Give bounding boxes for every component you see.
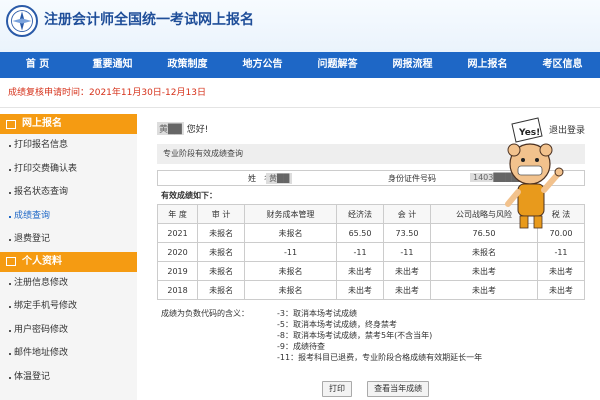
table-cell: 未出考 (383, 280, 431, 300)
table-row: 2019 未报名 未报名 未出考 未出考 未出考 未出考 (156, 261, 586, 281)
table-cell: 未报名 (244, 261, 338, 281)
mascot-speech-text: Yes! (518, 128, 540, 138)
greeting-suffix: 您好! (186, 125, 209, 135)
table-cell: 2020 (156, 242, 199, 262)
site-header: 注册会计师全国统一考试网上报名 (0, 0, 600, 52)
negative-code-legend: -3：取消本场考试成绩 -5：取消本场考试成绩，终身禁考 -8：取消本场考试成绩… (277, 308, 482, 363)
name-value: 黄██ (266, 173, 293, 184)
negative-code-legend-title: 成绩为负数代码的含义： (161, 309, 249, 318)
col-header-audit: 审 计 (197, 204, 246, 224)
table-cell: 2021 (156, 223, 199, 243)
sidebar-item-edit-registration[interactable]: 注册信息修改 (0, 272, 137, 296)
table-cell: 未报名 (429, 242, 538, 262)
legend-item: -5：取消本场考试成绩，终身禁考 (277, 320, 397, 329)
mascot-sticker: Yes! (498, 112, 570, 234)
section-square-icon (6, 119, 16, 129)
sidebar-item-edit-phone[interactable]: 绑定手机号修改 (0, 295, 137, 319)
site-logo (6, 5, 38, 37)
nav-registration-process[interactable]: 网报流程 (375, 52, 450, 78)
legend-item: -11：报考科目已退费，专业阶段合格成绩有效期延长一年 (277, 353, 483, 362)
table-cell: 未报名 (197, 242, 246, 262)
table-cell: 未出考 (336, 280, 384, 300)
sidebar-item-score-query[interactable]: 成绩查询 (0, 205, 137, 229)
action-buttons: 打印 查看当年成绩 (322, 376, 439, 397)
table-cell: 未出考 (429, 261, 538, 281)
legend-item: -9：成绩待查 (277, 342, 325, 351)
legend-item: -8：取消本场考试成绩，禁考5年(不含当年) (277, 331, 433, 340)
nav-exam-area-info[interactable]: 考区信息 (525, 52, 600, 78)
table-cell: -11 (536, 242, 586, 262)
table-cell: 未出考 (383, 261, 431, 281)
sidebar-item-print-registration[interactable]: 打印报名信息 (0, 134, 137, 158)
greeting: 黄██ 您好! (157, 122, 208, 135)
table-cell: 未出考 (536, 280, 586, 300)
table-row: 2020 未报名 -11 -11 -11 未报名 -11 (156, 242, 586, 262)
table-cell: 未报名 (244, 280, 338, 300)
site-title: 注册会计师全国统一考试网上报名 (44, 12, 254, 28)
sidebar-section-label: 网上报名 (22, 118, 62, 129)
table-cell: 未报名 (197, 280, 246, 300)
sidebar: 网上报名 打印报名信息 打印交费确认表 报名状态查询 成绩查询 退费登记 个人资… (0, 114, 137, 400)
compass-logo-icon (11, 10, 33, 32)
sidebar-item-registration-status[interactable]: 报名状态查询 (0, 181, 137, 205)
view-current-year-scores-button[interactable]: 查看当年成绩 (367, 381, 430, 397)
print-button[interactable]: 打印 (322, 381, 352, 397)
table-cell: 未报名 (244, 223, 338, 243)
sidebar-item-edit-email[interactable]: 邮件地址修改 (0, 342, 137, 366)
sidebar-item-temperature[interactable]: 体温登记 (0, 366, 137, 390)
nav-home[interactable]: 首 页 (0, 52, 75, 78)
table-cell: -11 (244, 242, 338, 262)
table-cell: 2019 (156, 261, 199, 281)
table-cell: 未出考 (536, 261, 586, 281)
nav-online-registration[interactable]: 网上报名 (450, 52, 525, 78)
sidebar-section-online-registration: 网上报名 (0, 114, 137, 134)
table-cell: -11 (336, 242, 384, 262)
sidebar-item-edit-password[interactable]: 用户密码修改 (0, 319, 137, 343)
nav-policies[interactable]: 政策制度 (150, 52, 225, 78)
id-label: 身份证件号码 (388, 174, 436, 183)
main-nav: 首 页 重要通知 政策制度 地方公告 问题解答 网报流程 网上报名 考区信息 (0, 52, 600, 78)
review-notice: 成绩复核申请时间：2021年11月30日-12月13日 (0, 78, 600, 108)
table-cell: 73.50 (383, 223, 431, 243)
table-cell: 未出考 (336, 261, 384, 281)
table-cell: -11 (383, 242, 431, 262)
sidebar-item-refund[interactable]: 退费登记 (0, 228, 137, 252)
table-cell: 2018 (156, 280, 199, 300)
sidebar-section-label: 个人资料 (22, 255, 62, 267)
nav-local-announcements[interactable]: 地方公告 (225, 52, 300, 78)
table-row: 2018 未报名 未报名 未出考 未出考 未出考 未出考 (156, 280, 586, 300)
table-cell: 65.50 (336, 223, 384, 243)
sidebar-item-print-payment[interactable]: 打印交费确认表 (0, 158, 137, 182)
valid-scores-label: 有效成绩如下： (161, 191, 217, 200)
col-header-year: 年 度 (156, 204, 199, 224)
col-header-financial-cost-management: 财务成本管理 (244, 204, 338, 224)
user-name: 黄██ (157, 122, 184, 135)
col-header-economic-law: 经济法 (336, 204, 384, 224)
table-cell: 未报名 (197, 261, 246, 281)
sidebar-section-personal-info: 个人资料 (0, 251, 137, 272)
section-square-icon (6, 257, 16, 266)
table-cell: 未报名 (197, 223, 246, 243)
legend-item: -3：取消本场考试成绩 (277, 309, 357, 318)
nav-faq[interactable]: 问题解答 (300, 52, 375, 78)
table-cell: 未出考 (429, 280, 538, 300)
col-header-accounting: 会 计 (383, 204, 431, 224)
nav-important-notices[interactable]: 重要通知 (75, 52, 150, 78)
mascot-cartoon-icon: Yes! (505, 117, 564, 229)
